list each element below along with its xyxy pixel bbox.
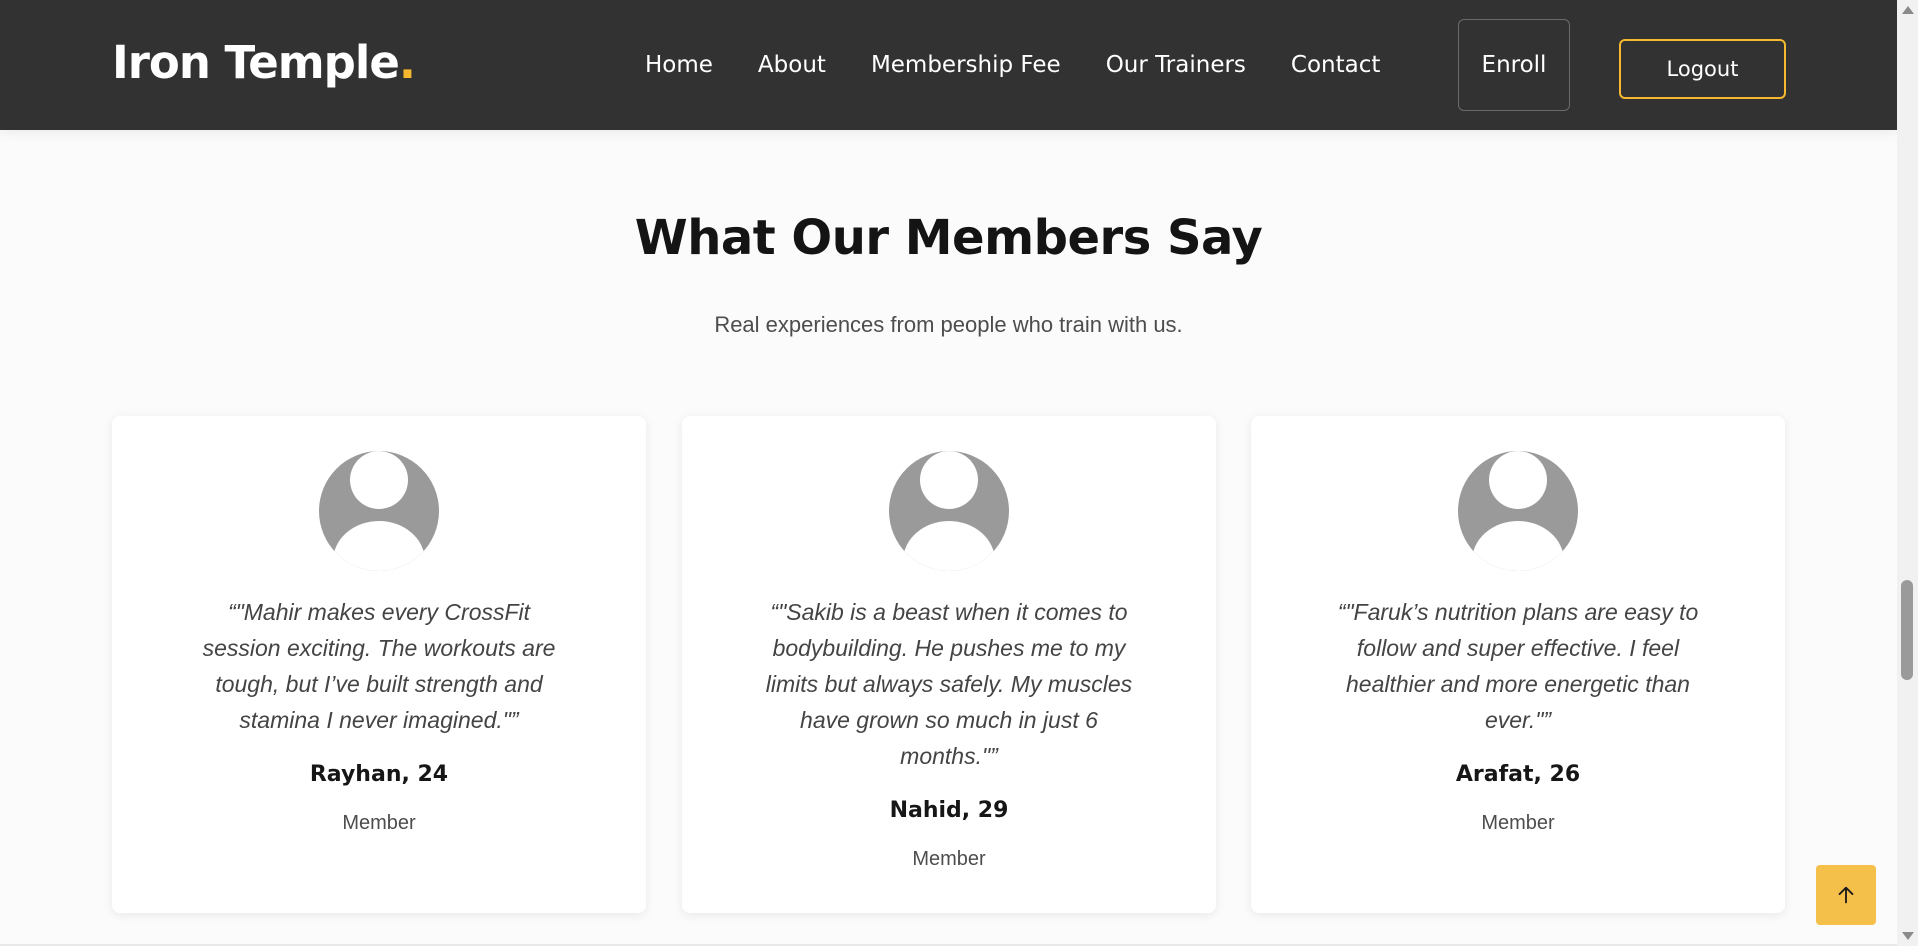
testimonial-quote: “"Mahir makes every CrossFit session exc… — [202, 599, 556, 733]
back-to-top-button[interactable] — [1816, 865, 1876, 925]
nav-link-contact[interactable]: Contact — [1291, 52, 1380, 78]
testimonial-role: Member — [1481, 812, 1555, 834]
user-avatar-icon — [319, 451, 439, 571]
brand-dot: . — [398, 36, 416, 89]
nav-link-membership-fee[interactable]: Membership Fee — [871, 52, 1061, 78]
testimonial-list: “"Mahir makes every CrossFit session exc… — [112, 416, 1785, 914]
testimonial-card: “"Sakib is a beast when it comes to body… — [682, 416, 1216, 913]
testimonial-card: “"Mahir makes every CrossFit session exc… — [112, 416, 646, 913]
testimonial-quote: “"Sakib is a beast when it comes to body… — [765, 599, 1133, 769]
page: Iron Temple. Home About Membership Fee O… — [0, 0, 1918, 946]
testimonial-role: Member — [342, 812, 416, 834]
section-title: What Our Members Say — [634, 210, 1263, 266]
testimonial-card: “"Faruk’s nutrition plans are easy to fo… — [1251, 416, 1785, 913]
user-avatar-icon — [1458, 451, 1578, 571]
scrollbar[interactable] — [1897, 0, 1918, 946]
user-avatar-icon — [889, 451, 1009, 571]
scroll-up-arrow-icon[interactable] — [1902, 6, 1914, 14]
brand-name: Iron Temple — [112, 36, 400, 89]
scroll-down-arrow-icon[interactable] — [1902, 932, 1914, 940]
nav-link-our-trainers[interactable]: Our Trainers — [1106, 52, 1246, 78]
scrollbar-thumb[interactable] — [1901, 580, 1913, 680]
testimonial-name: Rayhan, 24 — [309, 762, 449, 787]
enroll-button[interactable]: Enroll — [1458, 19, 1570, 111]
testimonial-quote: “"Faruk’s nutrition plans are easy to fo… — [1337, 599, 1699, 733]
arrow-up-icon — [1838, 886, 1854, 904]
testimonial-role: Member — [912, 848, 986, 870]
logout-button[interactable]: Logout — [1619, 39, 1786, 99]
section-subtitle: Real experiences from people who train w… — [714, 312, 1183, 337]
nav-link-about[interactable]: About — [758, 52, 826, 78]
nav-link-home[interactable]: Home — [645, 52, 713, 78]
testimonial-name: Arafat, 26 — [1455, 762, 1581, 787]
main-nav: Home About Membership Fee Our Trainers C… — [645, 20, 1425, 110]
testimonial-name: Nahid, 29 — [889, 798, 1009, 823]
navbar: Iron Temple. Home About Membership Fee O… — [0, 0, 1897, 130]
brand-logo[interactable]: Iron Temple. — [112, 36, 416, 89]
